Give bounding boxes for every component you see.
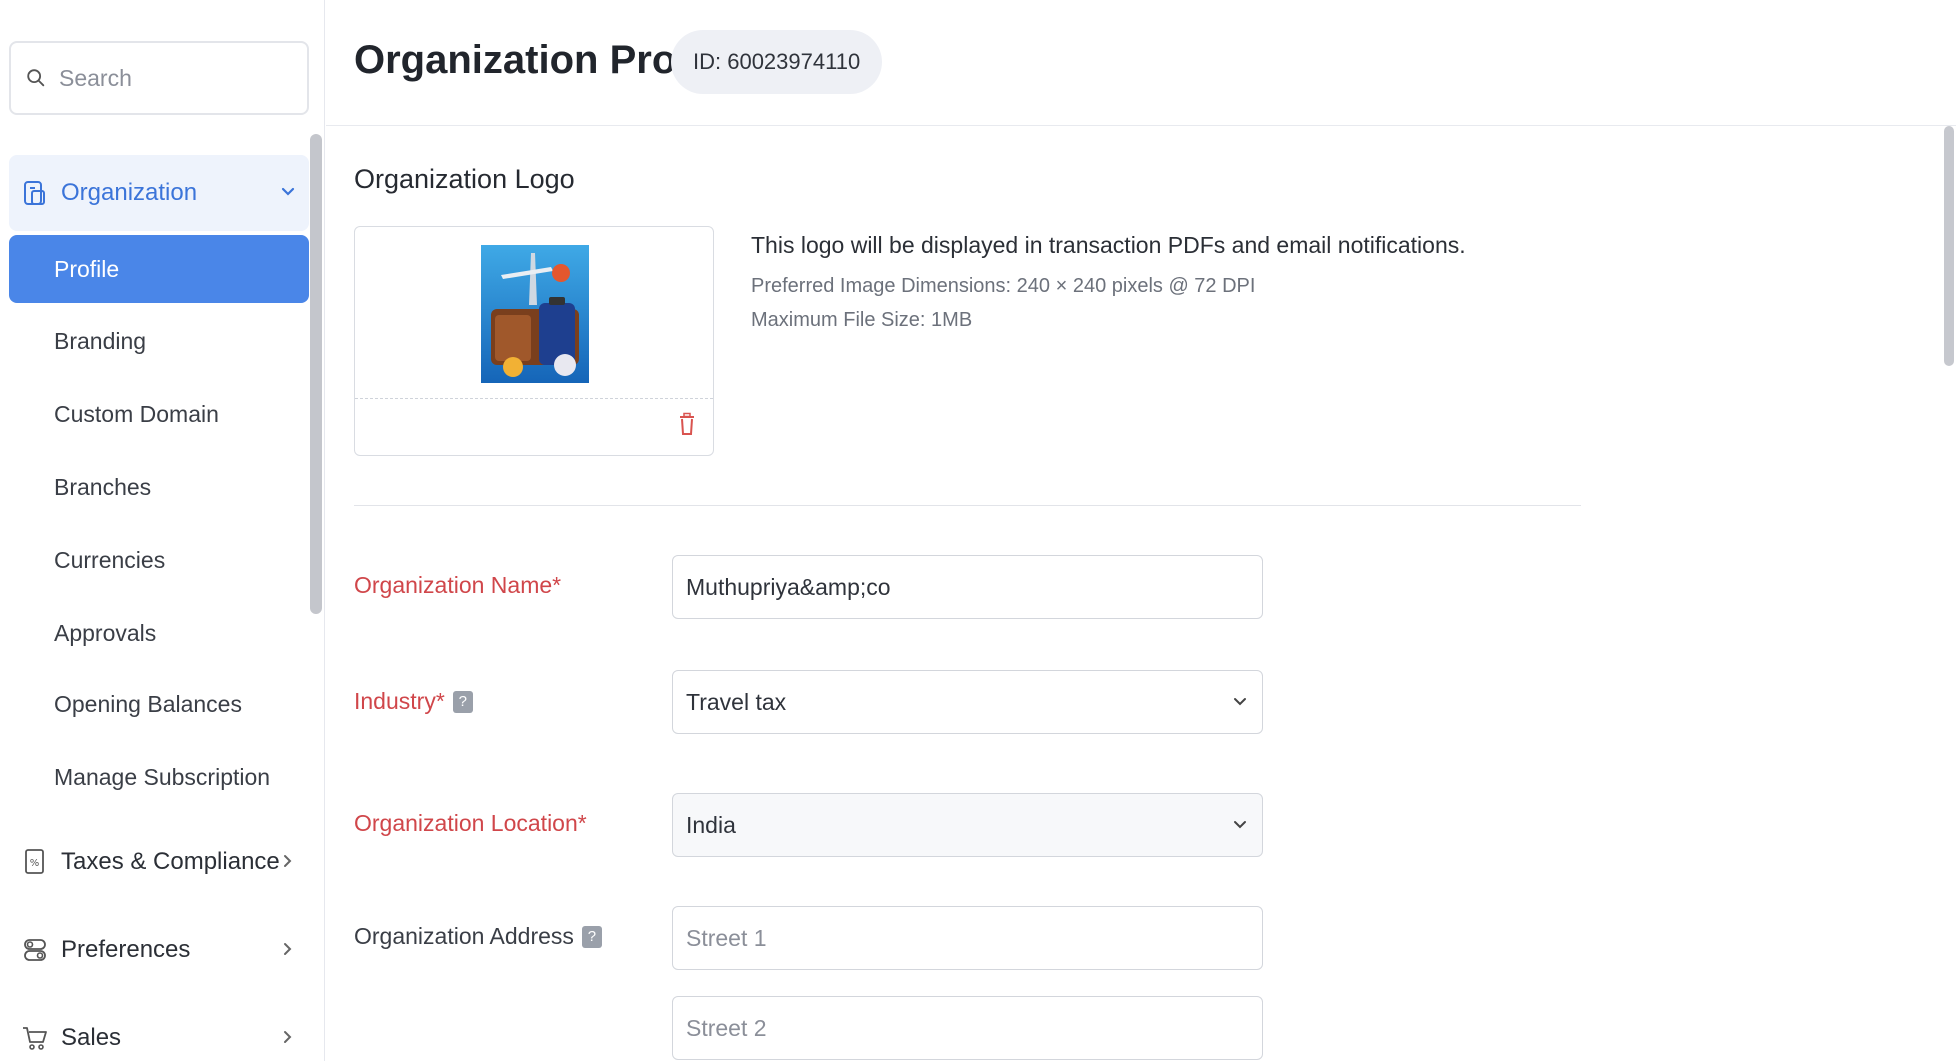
sidebar-group-label: Organization xyxy=(61,179,198,206)
sidebar-item-opening-balances[interactable]: Opening Balances xyxy=(9,670,309,738)
chevron-down-icon xyxy=(1234,821,1246,829)
sidebar-item-custom-domain[interactable]: Custom Domain xyxy=(9,380,309,448)
industry-label-text: Industry* xyxy=(354,688,445,714)
logo-section-title: Organization Logo xyxy=(354,164,575,194)
tax-document-icon: % xyxy=(21,848,49,876)
help-icon[interactable]: ? xyxy=(452,690,473,713)
logo-description: This logo will be displayed in transacti… xyxy=(751,232,1466,258)
sidebar-group-sales[interactable]: Sales xyxy=(9,1000,309,1061)
sidebar-group-preferences[interactable]: Preferences xyxy=(9,912,309,988)
org-id-badge: ID: 60023974110 xyxy=(671,30,883,94)
organization-icon xyxy=(21,179,49,207)
help-icon[interactable]: ? xyxy=(581,925,602,948)
logo-dimensions-hint: Preferred Image Dimensions: 240 × 240 pi… xyxy=(751,275,1256,297)
sidebar-group-label: Sales xyxy=(61,1024,122,1051)
sidebar-item-branches[interactable]: Branches xyxy=(9,453,309,521)
chevron-right-icon xyxy=(284,855,292,867)
chevron-down-icon xyxy=(281,187,295,196)
logo-image xyxy=(481,245,589,383)
location-label: Organization Location* xyxy=(354,810,587,836)
logo-box-divider xyxy=(355,398,713,399)
logo-size-hint: Maximum File Size: 1MB xyxy=(751,309,973,331)
app-root: Organization Profile Branding Custom Dom… xyxy=(0,0,1956,1061)
street1-input[interactable]: Street 1 xyxy=(672,906,1263,970)
search-icon xyxy=(27,69,45,87)
chevron-right-icon xyxy=(284,1031,292,1043)
sidebar-item-approvals[interactable]: Approvals xyxy=(9,599,309,667)
preferences-icon xyxy=(21,936,49,964)
org-name-label: Organization Name* xyxy=(354,572,562,598)
logo-upload-box[interactable] xyxy=(354,226,714,456)
street2-input[interactable]: Street 2 xyxy=(672,996,1263,1060)
location-select[interactable]: India xyxy=(672,793,1263,857)
sidebar-item-currencies[interactable]: Currencies xyxy=(9,526,309,594)
sidebar-group-label: Taxes & Compliance xyxy=(61,848,280,875)
sidebar-item-profile[interactable]: Profile xyxy=(9,235,309,303)
chevron-right-icon xyxy=(284,943,292,955)
sidebar-scrollbar[interactable] xyxy=(310,134,322,614)
location-selected-value: India xyxy=(686,811,736,838)
trash-icon[interactable] xyxy=(675,410,699,438)
main-scrollbar[interactable] xyxy=(1944,126,1954,366)
address-label-text: Organization Address xyxy=(354,923,574,949)
industry-selected-value: Travel tax xyxy=(686,688,787,715)
cart-icon xyxy=(21,1024,49,1052)
industry-select[interactable]: Travel tax xyxy=(672,670,1263,734)
page-header: Organization Profile ID: 60023974110 xyxy=(326,0,1956,126)
industry-label: Industry* ? xyxy=(354,688,473,715)
svg-text:%: % xyxy=(30,858,40,869)
settings-sidebar: Organization Profile Branding Custom Dom… xyxy=(0,0,325,1061)
search-box[interactable] xyxy=(9,41,309,115)
logo-info: This logo will be displayed in transacti… xyxy=(751,232,1466,332)
sidebar-group-label: Preferences xyxy=(61,936,191,963)
sidebar-group-organization[interactable]: Organization xyxy=(9,155,309,231)
chevron-down-icon xyxy=(1234,698,1246,706)
sidebar-group-taxes[interactable]: % Taxes & Compliance xyxy=(9,824,309,900)
org-name-input[interactable]: Muthupriya&amp;co xyxy=(672,555,1263,619)
sidebar-item-manage-subscription[interactable]: Manage Subscription xyxy=(9,743,309,811)
section-divider xyxy=(354,505,1581,506)
address-label: Organization Address ? xyxy=(354,923,602,950)
search-input[interactable] xyxy=(59,64,289,92)
sidebar-item-branding[interactable]: Branding xyxy=(9,307,309,375)
